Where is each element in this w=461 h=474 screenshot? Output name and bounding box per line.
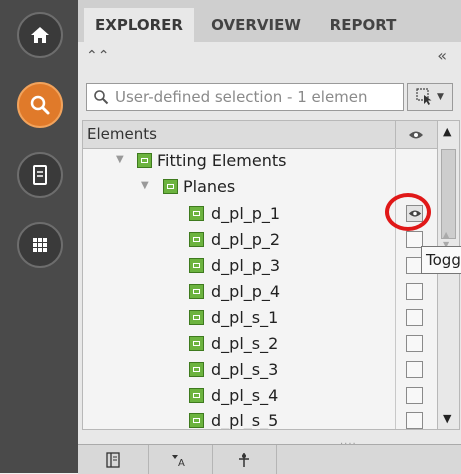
visibility-toggle[interactable] bbox=[406, 283, 423, 300]
tree-row-label: d_pl_s_5 bbox=[211, 411, 279, 430]
left-nav-bar bbox=[0, 0, 78, 473]
column-divider bbox=[395, 148, 396, 429]
visibility-toggle[interactable] bbox=[406, 309, 423, 326]
tree-row-label: d_pl_p_3 bbox=[211, 256, 281, 275]
search-icon bbox=[30, 95, 50, 115]
explorer-panel: EXPLORER OVERVIEW REPORT ⌃⌃ « User-defin… bbox=[78, 0, 461, 474]
bottom-toolbar: A bbox=[78, 444, 461, 474]
plane-element-icon bbox=[189, 206, 204, 221]
tree-row-d_pl_s_3[interactable]: d_pl_s_3 bbox=[83, 357, 437, 383]
home-icon bbox=[31, 27, 49, 43]
visibility-toggle[interactable] bbox=[406, 387, 423, 404]
home-button[interactable] bbox=[17, 12, 63, 58]
toggle-tooltip: Togg bbox=[421, 246, 461, 274]
scroll-down-arrow-icon[interactable]: ▼ bbox=[443, 412, 451, 425]
svg-text:A: A bbox=[178, 458, 185, 467]
plane-group-icon bbox=[163, 179, 178, 194]
pin-button[interactable] bbox=[212, 445, 277, 474]
double-chevron-up-icon[interactable]: ⌃⌃ bbox=[86, 48, 109, 64]
visibility-toggle[interactable] bbox=[406, 361, 423, 378]
collapse-panel-button[interactable]: « bbox=[437, 46, 447, 65]
plane-element-icon bbox=[189, 362, 204, 377]
grid-icon bbox=[33, 238, 47, 252]
filter-tool-icon: A bbox=[172, 454, 185, 467]
search-placeholder: User-defined selection - 1 elemen bbox=[115, 88, 368, 106]
plane-element-icon bbox=[189, 413, 204, 428]
tree-row-label: d_pl_p_4 bbox=[211, 282, 281, 301]
select-cursor-icon bbox=[416, 88, 432, 105]
tree-row-d_pl_p_4[interactable]: d_pl_p_4 bbox=[83, 279, 437, 305]
plane-element-icon bbox=[189, 388, 204, 403]
group-folder-icon bbox=[137, 153, 152, 168]
tree-header: Elements bbox=[83, 121, 437, 149]
visibility-toggle[interactable] bbox=[406, 335, 423, 352]
pin-icon bbox=[239, 452, 249, 467]
tree-row-d_pl_p_1[interactable]: d_pl_p_1 bbox=[83, 201, 437, 227]
tree-row-d_pl_s_4[interactable]: d_pl_s_4 bbox=[83, 383, 437, 409]
chevron-down-icon: ▼ bbox=[437, 92, 444, 102]
tree-row-label: Planes bbox=[183, 177, 236, 196]
search-input[interactable]: User-defined selection - 1 elemen bbox=[86, 83, 404, 111]
annotation-red-circle bbox=[385, 193, 431, 231]
plane-element-icon bbox=[189, 232, 204, 247]
document-button[interactable] bbox=[17, 152, 63, 198]
tree-row-label: d_pl_s_3 bbox=[211, 360, 279, 379]
plane-element-icon bbox=[189, 310, 204, 325]
tab-explorer[interactable]: EXPLORER bbox=[84, 8, 194, 42]
tab-report[interactable]: REPORT bbox=[318, 8, 408, 42]
scroll-up-arrow-icon[interactable]: ▲ bbox=[443, 125, 451, 138]
search-nav-button[interactable] bbox=[17, 82, 63, 128]
tree-row-label: d_pl_s_2 bbox=[211, 334, 279, 353]
visibility-column-header[interactable] bbox=[395, 121, 436, 148]
panel-icon bbox=[106, 451, 120, 468]
scrollbar-thumb[interactable] bbox=[441, 149, 456, 239]
document-icon bbox=[33, 165, 47, 185]
search-field-icon bbox=[94, 90, 109, 105]
elements-tree: Elements ▼ Fitting Elements ▼ Planes d_p… bbox=[82, 120, 460, 430]
tree-row-label: d_pl_s_4 bbox=[211, 386, 279, 405]
grid-button[interactable] bbox=[17, 222, 63, 268]
tree-row-d_pl_p_2[interactable]: d_pl_p_2 bbox=[83, 227, 437, 253]
expand-arrow-icon[interactable]: ▼ bbox=[141, 180, 149, 191]
tree-scrollbar[interactable]: ▲ ▼ bbox=[437, 121, 459, 429]
tree-row-d_pl_s_1[interactable]: d_pl_s_1 bbox=[83, 305, 437, 331]
plane-element-icon bbox=[189, 258, 204, 273]
expand-arrow-icon[interactable]: ▼ bbox=[116, 154, 124, 165]
tree-row-label: d_pl_p_2 bbox=[211, 230, 281, 249]
visibility-toggle[interactable] bbox=[406, 412, 423, 429]
tree-row-d_pl_s_2[interactable]: d_pl_s_2 bbox=[83, 331, 437, 357]
filter-tool-button[interactable]: A bbox=[148, 445, 213, 474]
collapse-row: ⌃⌃ « bbox=[78, 42, 461, 74]
eye-icon bbox=[409, 131, 423, 138]
tree-row-label: Fitting Elements bbox=[157, 151, 287, 170]
tab-overview[interactable]: OVERVIEW bbox=[198, 8, 314, 42]
tree-row-label: d_pl_p_1 bbox=[211, 204, 281, 223]
tree-row-label: d_pl_s_1 bbox=[211, 308, 279, 327]
elements-column-header: Elements bbox=[87, 125, 157, 143]
plane-element-icon bbox=[189, 284, 204, 299]
tree-row-fitting-elements[interactable]: ▼ Fitting Elements bbox=[83, 148, 437, 174]
tree-row-planes[interactable]: ▼ Planes bbox=[83, 174, 437, 200]
panel-layout-button[interactable] bbox=[78, 445, 149, 474]
tree-row-d_pl_p_3[interactable]: d_pl_p_3 bbox=[83, 253, 437, 279]
plane-element-icon bbox=[189, 336, 204, 351]
tab-bar: EXPLORER OVERVIEW REPORT bbox=[78, 0, 461, 42]
tree-row-d_pl_s_5[interactable]: d_pl_s_5 bbox=[83, 408, 437, 430]
selection-mode-dropdown[interactable]: ▼ bbox=[407, 83, 453, 111]
